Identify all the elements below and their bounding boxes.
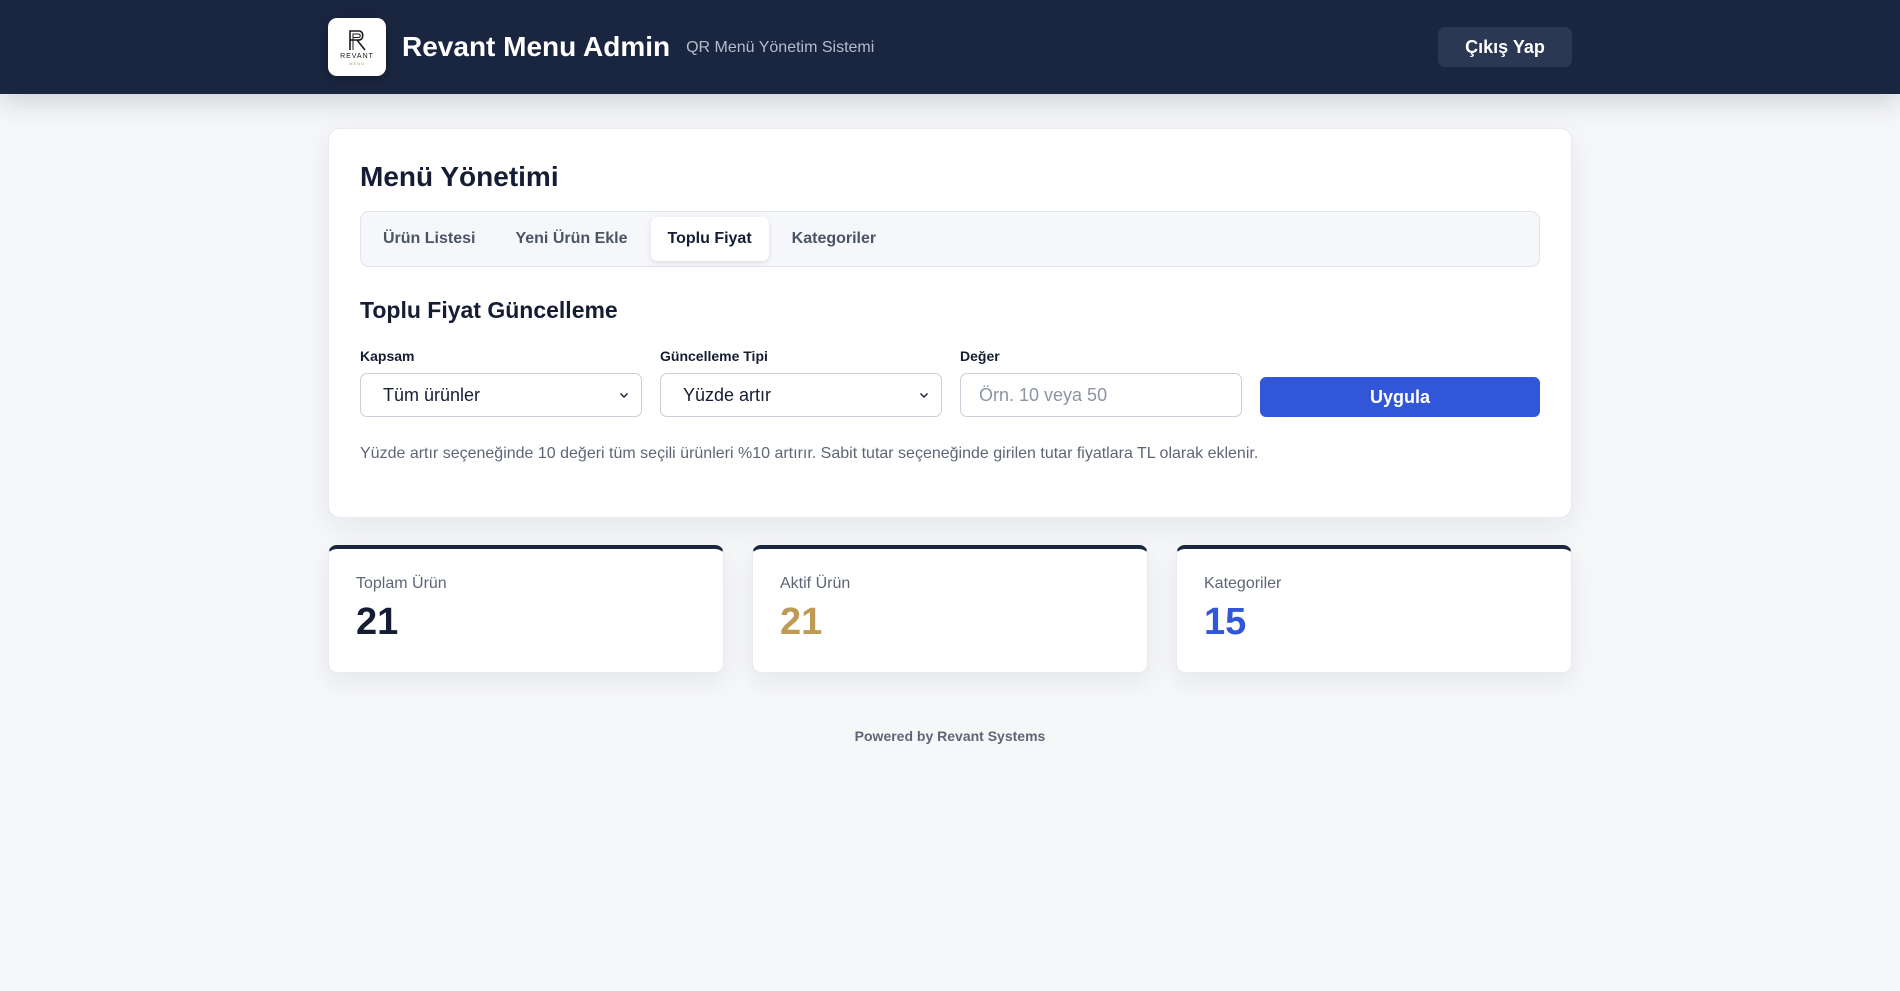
stat-card-categories: Kategoriler 15 [1176,545,1572,673]
section-title: Toplu Fiyat Güncelleme [360,297,618,323]
app-title: Revant Menu Admin [402,31,671,62]
value-input[interactable] [960,373,1242,417]
stat-value: 21 [780,601,823,643]
tab-product-list[interactable]: Ürün Listesi [366,217,492,261]
stat-value: 15 [1204,601,1247,643]
logo-subtext: MENU [349,61,365,66]
footer: Powered by Revant Systems [854,728,1046,744]
scope-label: Kapsam [360,348,415,364]
scope-field: Kapsam Tüm ürünler [360,348,642,417]
help-text: Yüzde artır seçeneğinde 10 değeri tüm se… [360,445,1259,462]
app-subtitle: QR Menü Yönetim Sistemi [686,39,875,56]
update-type-field: Güncelleme Tipi Yüzde artır [660,348,942,417]
stats-row: Toplam Ürün 21 Aktif Ürün 21 Kategoriler… [328,545,1572,673]
stat-label: Aktif Ürün [780,575,851,592]
page-title: Menü Yönetimi [360,161,559,192]
update-type-label: Güncelleme Tipi [660,348,768,364]
apply-button[interactable]: Uygula [1260,377,1540,417]
menu-management-card: Menü Yönetimi Ürün Listesi Yeni Ürün Ekl… [328,128,1572,518]
chevron-down-icon [620,393,628,398]
value-field: Değer [960,348,1242,417]
tab-add-product[interactable]: Yeni Ürün Ekle [498,217,644,261]
navbar-inner: REVANT MENU Revant Menu Admin QR Menü Yö… [328,0,1572,94]
brand-logo: REVANT MENU [328,18,386,76]
stat-label: Kategoriler [1204,575,1282,592]
scope-select[interactable]: Tüm ürünler [360,373,642,417]
tab-bulk-price[interactable]: Toplu Fiyat [650,217,769,261]
logout-button[interactable]: Çıkış Yap [1438,27,1572,67]
tab-categories[interactable]: Kategoriler [775,217,893,261]
value-label: Değer [960,348,1000,364]
stat-card-total-products: Toplam Ürün 21 [328,545,724,673]
update-type-select[interactable]: Yüzde artır [660,373,942,417]
stat-value: 21 [356,601,399,643]
stat-card-active-products: Aktif Ürün 21 [752,545,1148,673]
bulk-price-form: Kapsam Tüm ürünler Güncelleme Tipi Yüzde… [360,348,1540,417]
top-navbar: REVANT MENU Revant Menu Admin QR Menü Yö… [0,0,1900,94]
logo-text: REVANT [340,53,374,60]
scope-selected-value: Tüm ürünler [383,384,481,405]
update-type-selected-value: Yüzde artır [683,384,772,405]
chevron-down-icon [920,393,928,398]
stat-label: Toplam Ürün [356,575,447,592]
revant-logo-icon [349,30,366,51]
tab-bar: Ürün Listesi Yeni Ürün Ekle Toplu Fiyat … [360,211,1540,267]
